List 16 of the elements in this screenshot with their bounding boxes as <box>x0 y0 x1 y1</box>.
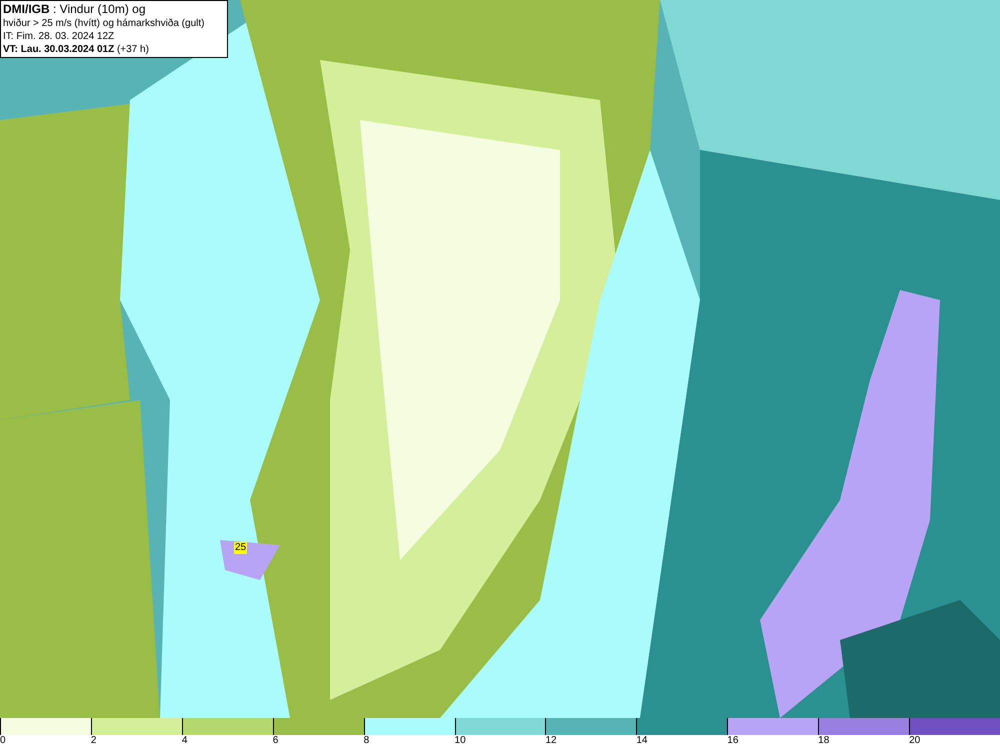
legend-label: 12 <box>545 735 557 747</box>
title-line: DMI/IGB : Vindur (10m) og <box>3 2 146 17</box>
legend-label: 2 <box>90 735 96 747</box>
title-line: hviður > 25 m/s (hvítt) og hámarkshviða (gult) <box>3 17 206 30</box>
legend-label: 4 <box>182 735 188 747</box>
gust-label: 25 <box>234 542 248 554</box>
legend-label: 6 <box>272 735 278 747</box>
legend-label: 14 <box>636 735 648 747</box>
legend-label: 8 <box>364 735 370 747</box>
title-line: IT: Fim. 28. 03. 2024 12Z <box>3 30 116 43</box>
legend-label: 0 <box>0 735 6 747</box>
legend-label: 20 <box>909 735 920 747</box>
legend-label: 18 <box>818 735 830 747</box>
title-line: VT: Lau. 30.03.2024 01Z (+37 h) <box>3 43 150 56</box>
legend-label: 16 <box>727 735 738 747</box>
legend-label: 10 <box>454 735 466 747</box>
